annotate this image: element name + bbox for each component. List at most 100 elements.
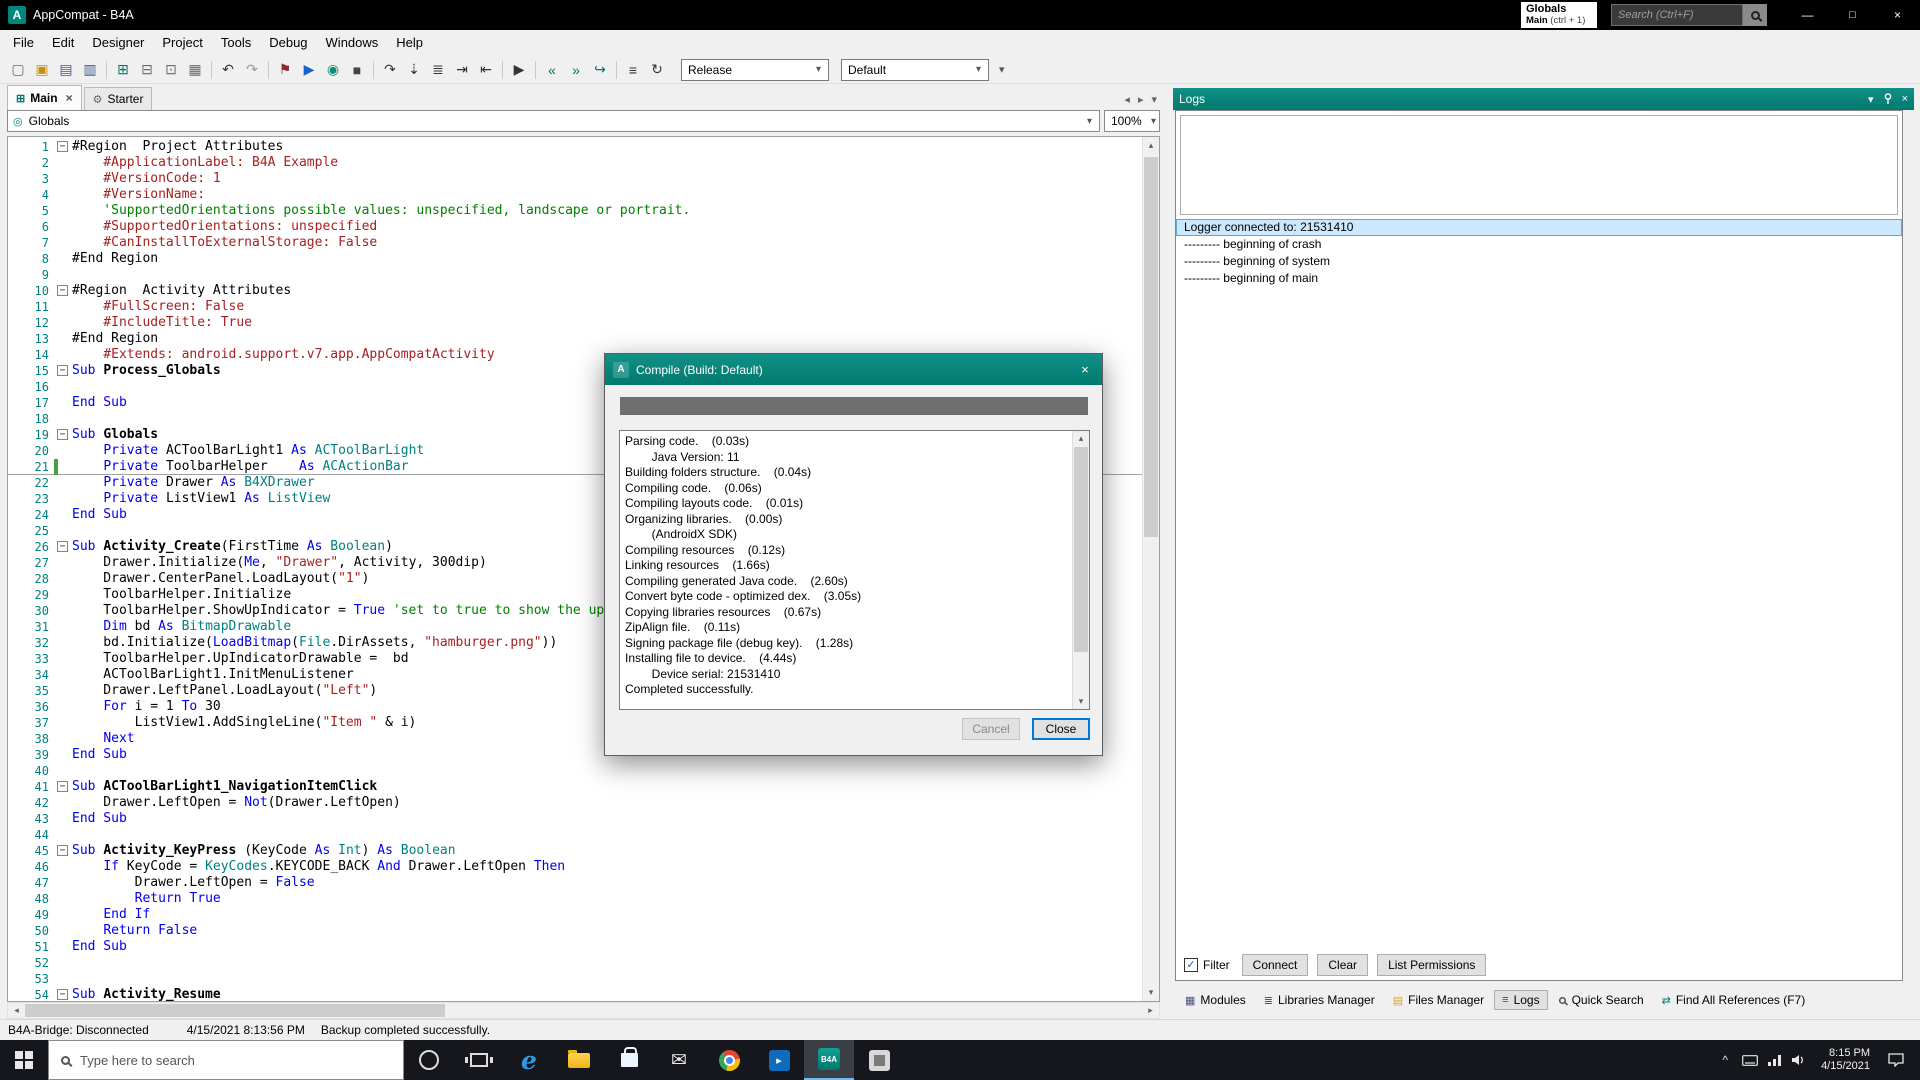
log-entry[interactable]: Logger connected to: 21531410 (1176, 219, 1902, 236)
maximize-button[interactable]: □ (1830, 0, 1875, 30)
tab-scroll-left-icon[interactable]: ◂ (1124, 93, 1130, 106)
modules-view-icon[interactable]: ⊡ (159, 58, 183, 82)
panel-tab-files-manager[interactable]: ▤Files Manager (1385, 990, 1492, 1010)
code-line[interactable]: 40 (8, 763, 1142, 779)
menu-item-edit[interactable]: Edit (43, 32, 83, 54)
code-line[interactable]: 54−Sub Activity_Resume (8, 987, 1142, 1001)
compile-log-scrollbar[interactable]: ▴ ▾ (1072, 431, 1089, 709)
editor-vertical-scrollbar[interactable]: ▴ ▾ (1142, 137, 1159, 1001)
build-configuration-select[interactable]: Release ▾ (681, 59, 829, 81)
menu-item-designer[interactable]: Designer (83, 32, 153, 54)
code-line[interactable]: 10−#Region Activity Attributes (8, 283, 1142, 299)
code-line[interactable]: 12 #IncludeTitle: True (8, 315, 1142, 331)
taskbar-mail-button[interactable]: ✉ (654, 1040, 704, 1080)
menu-item-file[interactable]: File (4, 32, 43, 54)
action-center-icon[interactable] (1880, 1053, 1912, 1067)
code-line[interactable]: 13#End Region (8, 331, 1142, 347)
scrollbar-thumb[interactable] (1144, 157, 1158, 537)
taskbar-b4a-button[interactable]: B4A (804, 1040, 854, 1080)
step-over-icon[interactable]: ↷ (378, 58, 402, 82)
list-permissions-button[interactable]: List Permissions (1377, 954, 1486, 976)
windows-layout-icon[interactable]: ⊟ (135, 58, 159, 82)
stop-icon[interactable]: ■ (345, 58, 369, 82)
code-line[interactable]: 43End Sub (8, 811, 1142, 827)
scroll-down-icon[interactable]: ▾ (1073, 694, 1089, 709)
menu-item-tools[interactable]: Tools (212, 32, 260, 54)
run-icon[interactable]: ▶ (297, 58, 321, 82)
menu-item-help[interactable]: Help (387, 32, 432, 54)
menu-item-project[interactable]: Project (153, 32, 211, 54)
search-button[interactable] (1743, 4, 1767, 26)
start-button[interactable] (0, 1040, 48, 1080)
fold-icon[interactable]: − (57, 989, 68, 1000)
log-entry[interactable]: --------- beginning of main (1176, 270, 1902, 287)
last-edit-position-icon[interactable]: ↪ (588, 58, 612, 82)
volume-icon[interactable] (1792, 1054, 1805, 1066)
code-line[interactable]: 1−#Region Project Attributes (8, 139, 1142, 155)
taskbar-blue-app-button[interactable]: ▸ (754, 1040, 804, 1080)
compile-run-icon[interactable]: ▶ (507, 58, 531, 82)
tray-expand-icon[interactable]: ^ (1718, 1053, 1732, 1067)
close-button[interactable]: × (1875, 0, 1920, 30)
scrollbar-thumb[interactable] (25, 1004, 445, 1017)
save-icon[interactable]: ▤ (54, 58, 78, 82)
outdent-icon[interactable]: ⇤ (474, 58, 498, 82)
main-menu-icon[interactable]: ≡ (621, 58, 645, 82)
taskbar-file-explorer-button[interactable] (554, 1040, 604, 1080)
code-line[interactable]: 11 #FullScreen: False (8, 299, 1142, 315)
libraries-view-icon[interactable]: ▦ (183, 58, 207, 82)
panel-tab-find-all-references-f7[interactable]: ⇄Find All References (F7) (1654, 990, 1814, 1010)
code-line[interactable]: 53 (8, 971, 1142, 987)
code-line[interactable]: 5 'SupportedOrientations possible values… (8, 203, 1142, 219)
module-type-select[interactable]: Default ▾ (841, 59, 989, 81)
taskbar-paint-button[interactable] (854, 1040, 904, 1080)
refresh-libraries-icon[interactable]: ↻ (645, 58, 669, 82)
fold-icon[interactable]: − (57, 429, 68, 440)
panel-tab-modules[interactable]: ▦Modules (1177, 990, 1254, 1010)
code-line[interactable]: 41−Sub ACToolBarLight1_NavigationItemCli… (8, 779, 1142, 795)
fold-icon[interactable]: − (57, 365, 68, 376)
code-line[interactable]: 4 #VersionName: (8, 187, 1142, 203)
fold-icon[interactable]: − (57, 141, 68, 152)
code-line[interactable]: 45−Sub Activity_KeyPress (KeyCode As Int… (8, 843, 1142, 859)
search-input[interactable] (1611, 4, 1743, 26)
code-line[interactable]: 6 #SupportedOrientations: unspecified (8, 219, 1142, 235)
code-line[interactable]: 50 Return False (8, 923, 1142, 939)
filter-checkbox[interactable]: ✓ Filter (1184, 958, 1230, 972)
code-line[interactable]: 7 #CanInstallToExternalStorage: False (8, 235, 1142, 251)
taskbar-task-view-button[interactable] (454, 1040, 504, 1080)
log-entry[interactable]: --------- beginning of system (1176, 253, 1902, 270)
fold-icon[interactable]: − (57, 285, 68, 296)
scroll-up-icon[interactable]: ▴ (1143, 137, 1159, 154)
goto-next-icon[interactable]: » (564, 58, 588, 82)
code-line[interactable]: 51End Sub (8, 939, 1142, 955)
connect-button[interactable]: Connect (1242, 954, 1309, 976)
scroll-up-icon[interactable]: ▴ (1073, 431, 1089, 446)
network-icon[interactable] (1768, 1055, 1782, 1066)
code-line[interactable]: 48 Return True (8, 891, 1142, 907)
undo-icon[interactable]: ↶ (216, 58, 240, 82)
code-line[interactable]: 42 Drawer.LeftOpen = Not(Drawer.LeftOpen… (8, 795, 1142, 811)
open-project-icon[interactable]: ▣ (30, 58, 54, 82)
close-dialog-button[interactable]: Close (1032, 718, 1090, 740)
panel-tab-logs[interactable]: ≡Logs (1494, 990, 1547, 1010)
code-line[interactable]: 2 #ApplicationLabel: B4A Example (8, 155, 1142, 171)
taskbar-search[interactable]: Type here to search (48, 1040, 404, 1080)
code-line[interactable]: 3 #VersionCode: 1 (8, 171, 1142, 187)
scrollbar-thumb[interactable] (1074, 447, 1088, 652)
tab-main[interactable]: ⊞Main× (7, 85, 82, 110)
tab-list-icon[interactable]: ▾ (1151, 93, 1157, 106)
indent-icon[interactable]: ⇥ (450, 58, 474, 82)
editor-horizontal-scrollbar[interactable]: ◂ ▸ (7, 1002, 1160, 1019)
comment-icon[interactable]: ≣ (426, 58, 450, 82)
scroll-down-icon[interactable]: ▾ (1143, 984, 1159, 1001)
dialog-close-icon[interactable]: × (1068, 354, 1102, 385)
taskbar-clock[interactable]: 8:15 PM 4/15/2021 (1821, 1047, 1870, 1073)
taskbar-edge-button[interactable]: e (504, 1040, 554, 1080)
redo-icon[interactable]: ↷ (240, 58, 264, 82)
toolbar-overflow-icon[interactable]: ▾ (999, 63, 1005, 76)
log-entry[interactable]: --------- beginning of crash (1176, 236, 1902, 253)
taskbar-cortana-button[interactable] (404, 1040, 454, 1080)
tab-scroll-right-icon[interactable]: ▸ (1138, 93, 1144, 106)
code-line[interactable]: 47 Drawer.LeftOpen = False (8, 875, 1142, 891)
